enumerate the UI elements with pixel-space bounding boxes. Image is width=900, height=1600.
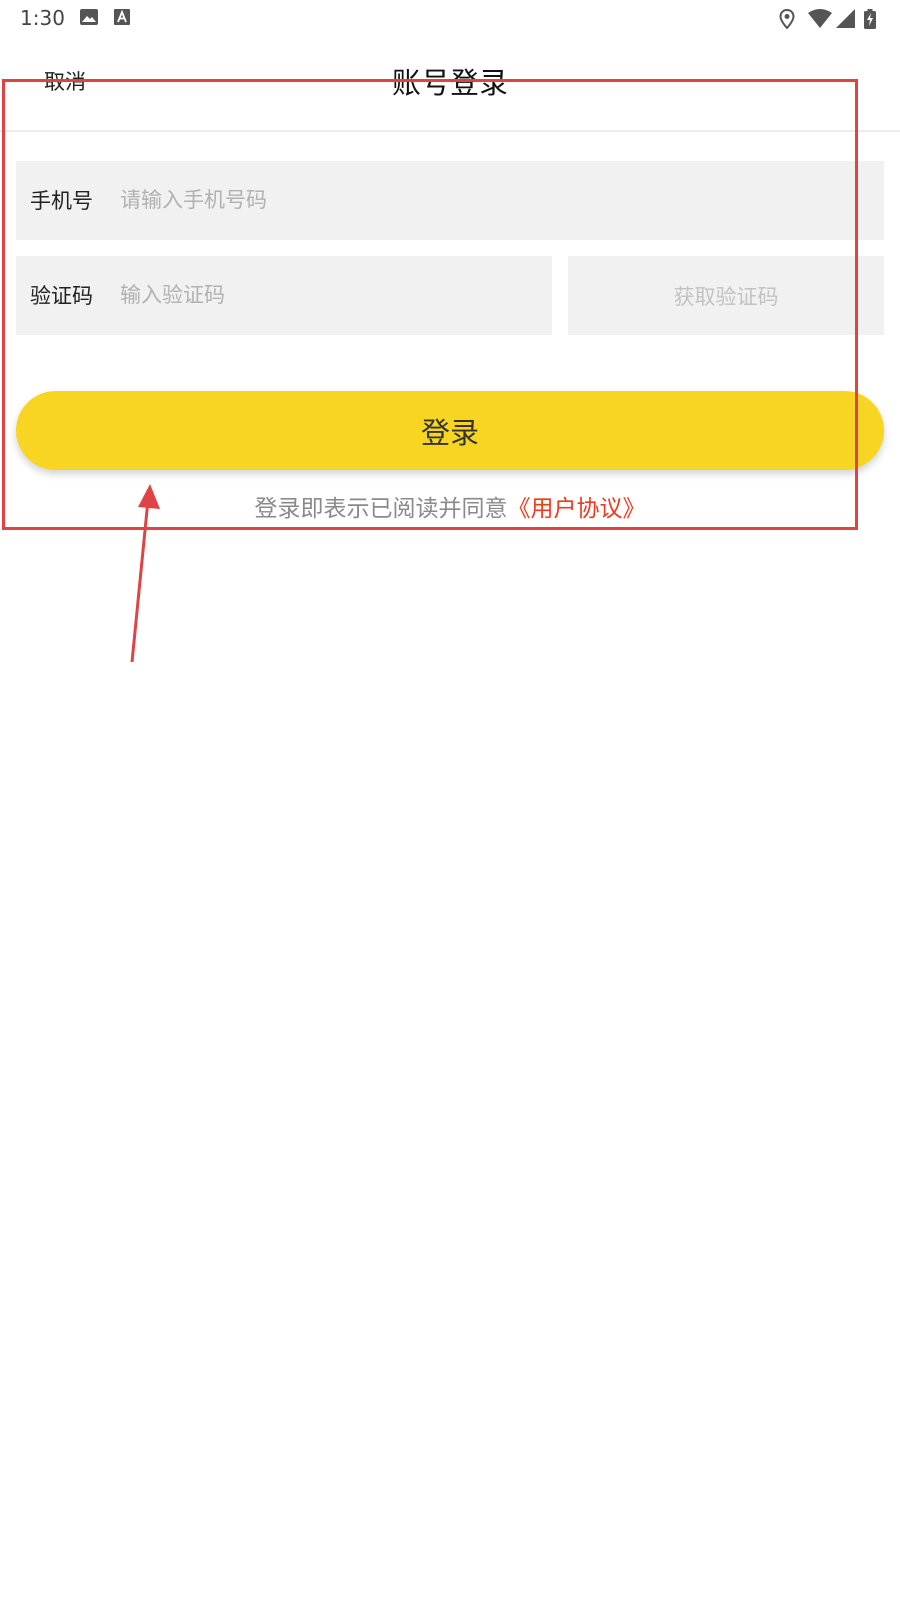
battery-icon bbox=[864, 9, 876, 29]
phone-input[interactable] bbox=[120, 179, 660, 221]
signal-icon bbox=[836, 9, 855, 28]
verification-code-input[interactable] bbox=[120, 274, 530, 316]
login-button[interactable]: 登录 bbox=[16, 391, 884, 470]
header-bar: 取消 账号登录 bbox=[0, 36, 900, 132]
status-bar: 1:30 bbox=[0, 0, 900, 36]
a-notification-icon bbox=[114, 9, 130, 25]
status-time: 1:30 bbox=[20, 6, 65, 30]
user-agreement-link[interactable]: 《用户协议》 bbox=[508, 496, 646, 522]
location-icon bbox=[779, 9, 795, 29]
get-code-button[interactable]: 获取验证码 bbox=[568, 256, 884, 335]
image-icon bbox=[80, 9, 98, 25]
phone-field: 手机号 bbox=[16, 161, 884, 240]
agreement-text: 登录即表示已阅读并同意 bbox=[254, 496, 508, 522]
page-title: 账号登录 bbox=[391, 66, 508, 100]
agreement-notice: 登录即表示已阅读并同意《用户协议》 bbox=[0, 489, 900, 523]
phone-label: 手机号 bbox=[30, 189, 93, 213]
verification-code-label: 验证码 bbox=[30, 284, 93, 308]
wifi-icon bbox=[808, 9, 832, 28]
verification-code-field: 验证码 bbox=[16, 256, 552, 335]
login-screen: 1:30 取消 账号登录 手机号 请输入手机号码 验证码 输入验证码 获取验证码… bbox=[0, 0, 900, 1600]
